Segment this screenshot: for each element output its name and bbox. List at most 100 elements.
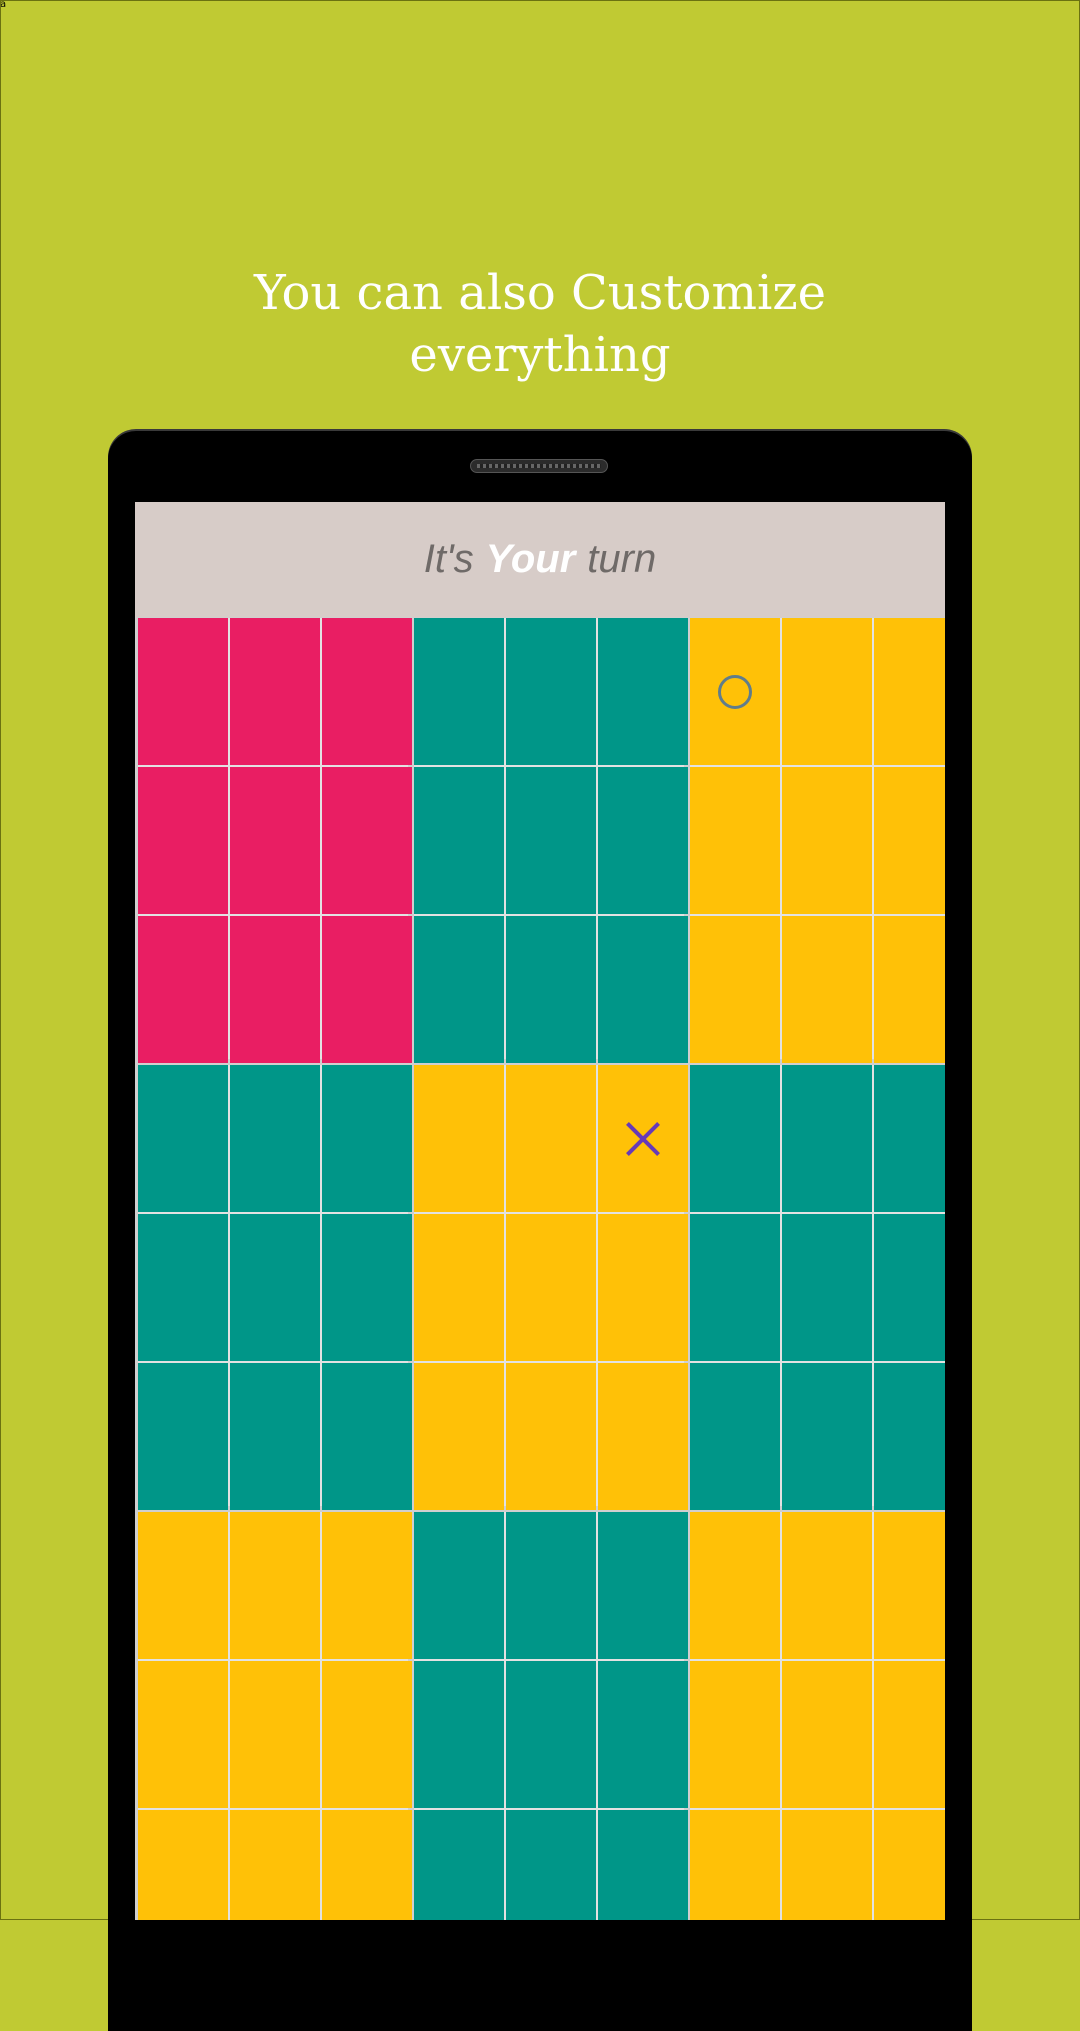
board-cell[interactable] bbox=[782, 1214, 872, 1361]
board-cell[interactable] bbox=[138, 767, 228, 914]
board-cell[interactable] bbox=[598, 1214, 688, 1361]
game-screen: It's Your turn bbox=[135, 502, 945, 1920]
board-cell[interactable] bbox=[690, 767, 780, 914]
board-cell[interactable] bbox=[598, 1512, 688, 1659]
board-cell[interactable] bbox=[138, 1214, 228, 1361]
board-cell[interactable] bbox=[874, 1214, 945, 1361]
board-cell[interactable] bbox=[414, 1810, 504, 1920]
board-cell[interactable] bbox=[230, 618, 320, 765]
board-cell[interactable] bbox=[598, 767, 688, 914]
board-cell[interactable] bbox=[230, 1065, 320, 1212]
x-mark-icon bbox=[625, 1121, 661, 1157]
board-cell[interactable] bbox=[230, 916, 320, 1063]
mini-board-1 bbox=[138, 618, 412, 1063]
board-cell[interactable] bbox=[322, 1661, 412, 1808]
board-cell[interactable] bbox=[782, 1363, 872, 1510]
phone-speaker-grille bbox=[470, 459, 608, 473]
board-cell[interactable] bbox=[690, 618, 780, 765]
mini-board-6 bbox=[690, 1065, 945, 1510]
board-cell[interactable] bbox=[506, 767, 596, 914]
board-cell[interactable] bbox=[690, 1363, 780, 1510]
board-cell[interactable] bbox=[506, 1512, 596, 1659]
board-cell[interactable] bbox=[506, 1214, 596, 1361]
board-cell[interactable] bbox=[414, 1512, 504, 1659]
corner-label: a bbox=[0, 0, 7, 10]
mini-board-8 bbox=[414, 1512, 688, 1920]
board-cell[interactable] bbox=[322, 1065, 412, 1212]
board-cell[interactable] bbox=[414, 1214, 504, 1361]
turn-status-player: Your bbox=[485, 537, 576, 581]
board-cell[interactable] bbox=[506, 1363, 596, 1510]
board-cell[interactable] bbox=[322, 1810, 412, 1920]
board-cell[interactable] bbox=[690, 1512, 780, 1659]
board-cell[interactable] bbox=[138, 1363, 228, 1510]
board-cell[interactable] bbox=[414, 618, 504, 765]
board-cell[interactable] bbox=[690, 1661, 780, 1808]
board-cell[interactable] bbox=[230, 1214, 320, 1361]
promo-title-line-1: You can also Customize bbox=[253, 265, 827, 321]
board-cell[interactable] bbox=[230, 1512, 320, 1659]
board-cell[interactable] bbox=[414, 1661, 504, 1808]
board-cell[interactable] bbox=[414, 1065, 504, 1212]
mini-board-9 bbox=[690, 1512, 945, 1920]
board-cell[interactable] bbox=[322, 1512, 412, 1659]
board-cell[interactable] bbox=[138, 1661, 228, 1808]
board-cell[interactable] bbox=[322, 767, 412, 914]
turn-status-prefix: It's bbox=[423, 537, 474, 581]
board-cell[interactable] bbox=[506, 1810, 596, 1920]
board-cell[interactable] bbox=[874, 767, 945, 914]
promo-title: You can also Customize everything bbox=[0, 262, 1080, 386]
board-cell[interactable] bbox=[506, 1661, 596, 1808]
board-cell[interactable] bbox=[782, 767, 872, 914]
board-cell[interactable] bbox=[138, 618, 228, 765]
board-cell[interactable] bbox=[782, 916, 872, 1063]
board-cell[interactable] bbox=[506, 916, 596, 1063]
board-cell[interactable] bbox=[414, 767, 504, 914]
board-cell[interactable] bbox=[874, 1363, 945, 1510]
mini-board-4 bbox=[138, 1065, 412, 1510]
board-cell[interactable] bbox=[138, 1065, 228, 1212]
board-cell[interactable] bbox=[598, 618, 688, 765]
board-cell[interactable] bbox=[414, 916, 504, 1063]
board-cell[interactable] bbox=[138, 916, 228, 1063]
board-cell[interactable] bbox=[322, 618, 412, 765]
board-cell[interactable] bbox=[782, 1512, 872, 1659]
ultimate-tictactoe-board bbox=[138, 618, 945, 1920]
board-cell[interactable] bbox=[598, 1065, 688, 1212]
board-cell[interactable] bbox=[690, 1065, 780, 1212]
board-cell[interactable] bbox=[598, 1363, 688, 1510]
board-cell[interactable] bbox=[414, 1363, 504, 1510]
board-cell[interactable] bbox=[322, 1363, 412, 1510]
board-cell[interactable] bbox=[138, 1810, 228, 1920]
o-mark-icon bbox=[718, 674, 752, 709]
board-cell[interactable] bbox=[782, 1661, 872, 1808]
board-cell[interactable] bbox=[782, 618, 872, 765]
board-cell[interactable] bbox=[874, 1512, 945, 1659]
board-cell[interactable] bbox=[874, 1661, 945, 1808]
board-cell[interactable] bbox=[782, 1065, 872, 1212]
board-cell[interactable] bbox=[874, 618, 945, 765]
board-cell[interactable] bbox=[506, 618, 596, 765]
mini-board-3 bbox=[690, 618, 945, 1063]
board-cell[interactable] bbox=[598, 1661, 688, 1808]
board-cell[interactable] bbox=[598, 1810, 688, 1920]
board-cell[interactable] bbox=[138, 1512, 228, 1659]
board-cell[interactable] bbox=[322, 916, 412, 1063]
board-cell[interactable] bbox=[690, 1810, 780, 1920]
promo-title-line-2: everything bbox=[409, 327, 671, 383]
board-cell[interactable] bbox=[874, 1810, 945, 1920]
board-cell[interactable] bbox=[598, 916, 688, 1063]
board-cell[interactable] bbox=[506, 1065, 596, 1212]
board-cell[interactable] bbox=[690, 916, 780, 1063]
board-cell[interactable] bbox=[874, 1065, 945, 1212]
turn-status-bar: It's Your turn bbox=[135, 502, 945, 617]
board-cell[interactable] bbox=[230, 1810, 320, 1920]
board-cell[interactable] bbox=[230, 1363, 320, 1510]
board-cell[interactable] bbox=[874, 916, 945, 1063]
board-cell[interactable] bbox=[322, 1214, 412, 1361]
board-cell[interactable] bbox=[230, 767, 320, 914]
board-cell[interactable] bbox=[782, 1810, 872, 1920]
board-cell[interactable] bbox=[690, 1214, 780, 1361]
turn-status-suffix: turn bbox=[587, 537, 657, 581]
board-cell[interactable] bbox=[230, 1661, 320, 1808]
